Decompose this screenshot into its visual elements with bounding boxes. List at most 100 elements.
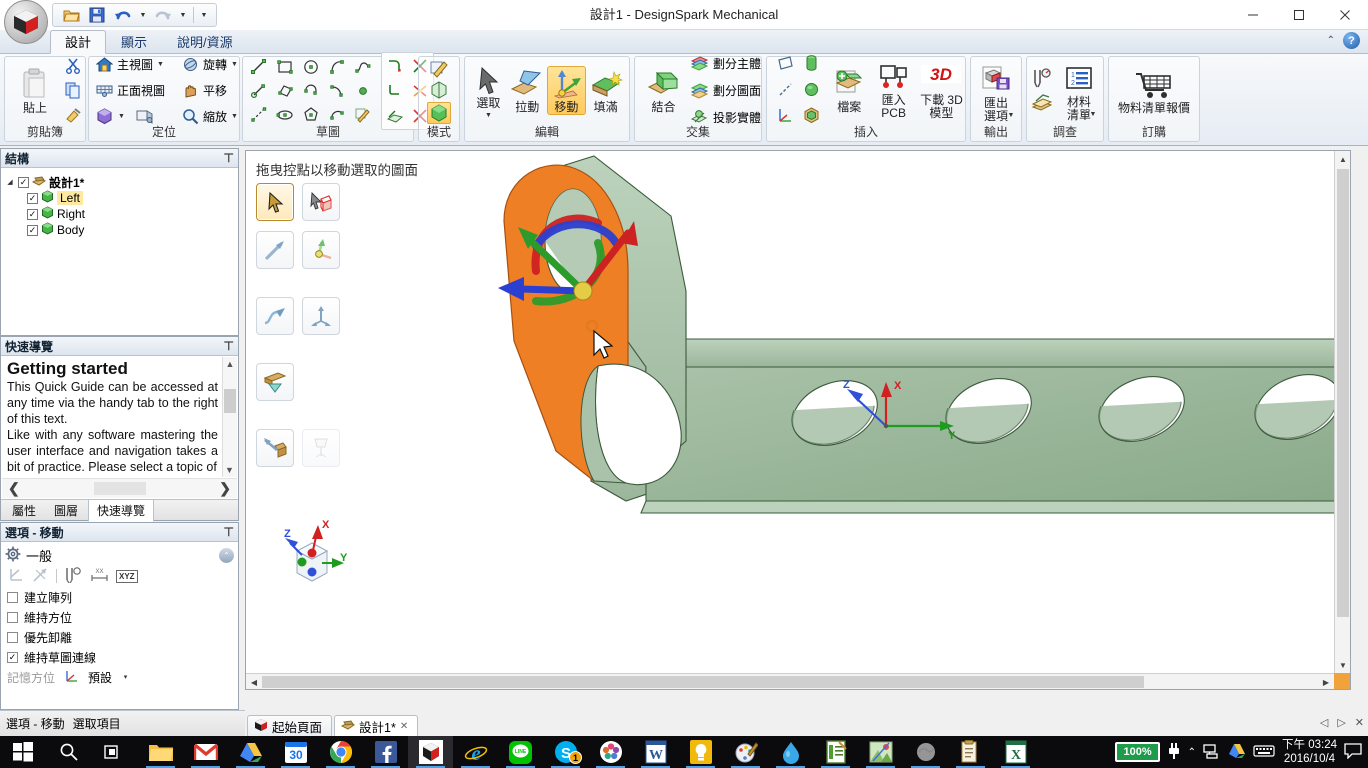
tree-row-left[interactable]: ✓ Left bbox=[5, 190, 234, 206]
tab-quickguide[interactable]: 快速導覽 bbox=[88, 498, 155, 522]
facebook-icon[interactable] bbox=[363, 736, 408, 768]
scroll-left-icon[interactable]: ◀ bbox=[246, 674, 262, 689]
word-icon[interactable]: W bbox=[633, 736, 678, 768]
redo-icon[interactable] bbox=[151, 5, 175, 25]
measure-dim-icon[interactable]: XX bbox=[90, 566, 109, 586]
file-explorer-icon[interactable] bbox=[138, 736, 183, 768]
close-tab-icon[interactable]: ✕ bbox=[400, 721, 408, 732]
start-page-tab[interactable]: 起始頁面 bbox=[247, 715, 333, 736]
isometric-view-caret[interactable]: ▼ bbox=[117, 113, 126, 120]
start-icon[interactable] bbox=[0, 736, 46, 768]
move-tool[interactable]: 移動 bbox=[546, 66, 587, 115]
ruler-icon[interactable] bbox=[64, 566, 83, 586]
nav-close-icon[interactable]: ✕ bbox=[1355, 716, 1364, 729]
spline-icon[interactable] bbox=[351, 55, 375, 79]
grayscale-app-icon[interactable] bbox=[903, 736, 948, 768]
root-checkbox[interactable]: ✓ bbox=[18, 176, 29, 188]
designspark-icon[interactable] bbox=[408, 736, 453, 768]
minimize-ribbon-icon[interactable]: ⌃ bbox=[1327, 35, 1335, 46]
clipboard-app-icon[interactable] bbox=[948, 736, 993, 768]
sketch-mode-icon[interactable] bbox=[427, 57, 451, 79]
home-view-button[interactable]: 主視圖 ▼ bbox=[94, 52, 176, 78]
vertical-scroll-thumb[interactable] bbox=[1337, 169, 1349, 617]
quickguide-scrollbar[interactable]: ▲ ▼ bbox=[222, 357, 237, 477]
point-icon[interactable] bbox=[351, 79, 375, 103]
option-detach-first[interactable]: 優先卸離 bbox=[5, 627, 234, 647]
select-box-tool[interactable] bbox=[302, 183, 340, 221]
battery-percent[interactable]: 100% bbox=[1115, 742, 1160, 762]
scroll-right-icon[interactable]: ▶ bbox=[1318, 674, 1334, 689]
photos-icon[interactable] bbox=[588, 736, 633, 768]
left-checkbox[interactable]: ✓ bbox=[27, 192, 38, 204]
line-icon[interactable] bbox=[247, 55, 271, 79]
bom-quote[interactable]: 物料清單報價 bbox=[1110, 66, 1198, 115]
export-options[interactable]: 匯出 選項 ▼ bbox=[971, 63, 1021, 122]
collapse-section-icon[interactable]: ⌃ bbox=[219, 547, 234, 563]
pan-button[interactable]: 平移 bbox=[180, 78, 227, 104]
circle-icon[interactable] bbox=[299, 55, 323, 79]
pin-icon[interactable]: ⊤ bbox=[224, 151, 234, 165]
move-origin-tool[interactable] bbox=[302, 231, 340, 269]
bom-caret[interactable]: ▼ bbox=[1089, 111, 1098, 118]
tab-design[interactable]: 設計 bbox=[50, 30, 107, 54]
water-drop-icon[interactable] bbox=[768, 736, 813, 768]
mass-properties-icon[interactable] bbox=[1030, 91, 1054, 115]
customize-qat-icon[interactable]: ▼ bbox=[198, 5, 210, 25]
move-along-curve-tool[interactable] bbox=[256, 297, 294, 335]
move-direction-icon[interactable] bbox=[8, 566, 25, 586]
copy-icon[interactable] bbox=[61, 79, 85, 103]
paste-button[interactable]: 貼上 bbox=[9, 66, 61, 115]
rectangle-icon[interactable] bbox=[273, 55, 297, 79]
create-pattern-checkbox[interactable] bbox=[7, 591, 18, 603]
help-icon[interactable]: ? bbox=[1343, 32, 1360, 49]
calendar-icon[interactable]: 30 bbox=[273, 736, 318, 768]
xyz-icon[interactable]: XYZ bbox=[116, 569, 138, 583]
scrollbar-thumb[interactable] bbox=[224, 389, 236, 413]
option-memory-orientation[interactable]: 記憶方位 預設 ▾ bbox=[5, 667, 234, 687]
line-icon[interactable]: LINE bbox=[498, 736, 543, 768]
gmail-icon[interactable] bbox=[183, 736, 228, 768]
notepad-icon[interactable] bbox=[813, 736, 858, 768]
save-icon[interactable] bbox=[85, 5, 109, 25]
model-render[interactable]: X Y Z bbox=[246, 151, 1336, 675]
option-create-pattern[interactable]: 建立陣列 bbox=[5, 587, 234, 607]
chrome-icon[interactable] bbox=[318, 736, 363, 768]
network-icon[interactable] bbox=[1203, 743, 1221, 762]
tab-layers[interactable]: 圖層 bbox=[46, 500, 86, 521]
import-pcb[interactable]: 匯入 PCB bbox=[873, 62, 913, 120]
plane-icon[interactable] bbox=[773, 52, 797, 76]
spin-button[interactable]: 旋轉 ▼ bbox=[180, 52, 239, 78]
undo-dropdown-caret[interactable]: ▼ bbox=[137, 5, 149, 25]
excel-icon[interactable]: X bbox=[993, 736, 1038, 768]
undo-icon[interactable] bbox=[111, 5, 135, 25]
taskbar-clock[interactable]: 下午 03:24 2016/10/4 bbox=[1282, 738, 1337, 766]
scroll-down-icon[interactable]: ▼ bbox=[1335, 657, 1350, 673]
application-menu-button[interactable] bbox=[4, 0, 48, 44]
option-maintain-orientation[interactable]: 維持方位 bbox=[5, 607, 234, 627]
right-checkbox[interactable]: ✓ bbox=[27, 208, 38, 220]
three-point-arc-icon[interactable] bbox=[299, 79, 323, 103]
nav-prev-icon[interactable]: ◁ bbox=[1320, 716, 1328, 729]
prev-topic-button[interactable]: ❮ bbox=[8, 480, 20, 497]
scroll-down-icon[interactable]: ▼ bbox=[223, 463, 236, 477]
detach-tool[interactable] bbox=[256, 429, 294, 467]
minimize-button[interactable] bbox=[1230, 0, 1276, 30]
split-face-button[interactable]: 劃分圖面 bbox=[690, 78, 761, 104]
scroll-up-icon[interactable]: ▲ bbox=[223, 357, 237, 371]
show-hidden-icons-icon[interactable]: ⌃ bbox=[1188, 747, 1196, 758]
viewport-vertical-scrollbar[interactable]: ▲ ▼ bbox=[1334, 151, 1350, 673]
construction-line-icon[interactable] bbox=[247, 79, 271, 103]
spin-caret[interactable]: ▼ bbox=[230, 61, 239, 68]
pull-tool[interactable]: 拉動 bbox=[508, 67, 547, 114]
pin-icon[interactable]: ⊤ bbox=[224, 525, 234, 539]
status-tab-selection[interactable]: 選取項目 bbox=[73, 715, 121, 732]
maintain-sketch-connect-checkbox[interactable]: ✓ bbox=[7, 651, 18, 663]
tab-properties[interactable]: 屬性 bbox=[4, 500, 44, 521]
power-plug-icon[interactable] bbox=[1167, 742, 1181, 763]
next-topic-button[interactable]: ❯ bbox=[219, 480, 231, 497]
sweep-arc-icon[interactable] bbox=[325, 79, 349, 103]
orientation-triad[interactable]: X Y Z bbox=[272, 515, 358, 601]
task-view-icon[interactable] bbox=[92, 736, 138, 768]
expand-triangle-icon[interactable]: ◢ bbox=[5, 178, 15, 186]
detach-first-checkbox[interactable] bbox=[7, 631, 18, 643]
